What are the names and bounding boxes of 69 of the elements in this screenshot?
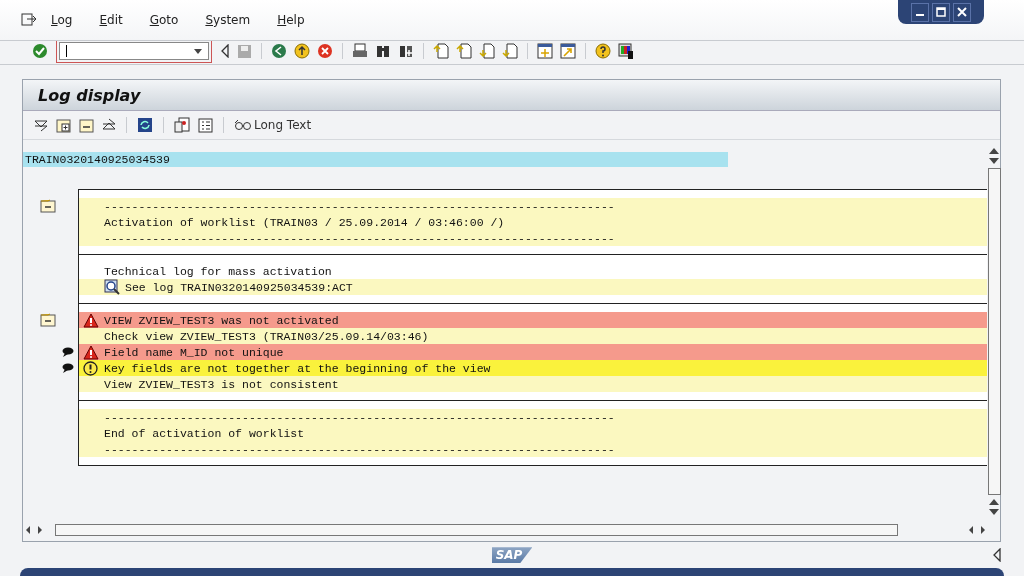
menu-icon[interactable] — [21, 12, 37, 27]
scroll-down-icon[interactable] — [989, 158, 999, 165]
maximize-button[interactable] — [932, 2, 950, 22]
log-text: Activation of worklist (TRAIN03 / 25.09.2014 / 03:46:00 /) — [104, 215, 505, 229]
long-text-button[interactable]: Long Text — [234, 118, 312, 133]
previous-page-icon[interactable] — [456, 43, 472, 60]
panel-title: Log display — [38, 85, 141, 105]
glasses-icon — [234, 119, 252, 132]
log-text: End of activation of worklist — [104, 426, 305, 440]
log-lens-icon[interactable] — [104, 279, 120, 296]
minimize-button[interactable] — [911, 2, 929, 22]
scroll-arrows-icon[interactable] — [968, 526, 988, 535]
maximize-icon — [936, 7, 946, 17]
refresh-icon[interactable] — [137, 117, 153, 134]
scroll-arrows-icon[interactable] — [25, 526, 45, 535]
log-text: VIEW ZVIEW_TEST3 was not activated — [104, 313, 339, 327]
log-link[interactable]: See log TRAIN0320140925034539:ACT — [125, 280, 353, 294]
help-icon[interactable] — [595, 43, 611, 60]
document-icon[interactable] — [40, 199, 56, 214]
triangle-left-icon[interactable] — [992, 548, 1002, 563]
collapse-all-icon[interactable] — [102, 118, 116, 133]
menu-item[interactable]: Help — [277, 12, 305, 27]
cancel-icon[interactable] — [317, 43, 333, 60]
log-text: -------------------------------------------------------------------------- — [104, 199, 615, 213]
log-text: -------------------------------------------------------------------------- — [104, 231, 615, 245]
log-text: Technical log for mass activation — [104, 264, 332, 278]
last-page-icon[interactable] — [502, 43, 518, 60]
log-text: -------------------------------------------------------------------------- — [104, 410, 615, 424]
speech-bubble-icon[interactable] — [62, 363, 74, 374]
logo: SAP — [491, 547, 533, 564]
scroll-down-icon[interactable] — [989, 509, 999, 516]
warning-triangle-icon — [83, 344, 99, 360]
log-text: View ZVIEW_TEST3 is not consistent — [104, 377, 339, 391]
scroll-up-icon[interactable] — [989, 148, 999, 155]
close-icon — [957, 7, 967, 17]
list-icon[interactable] — [198, 117, 213, 133]
log-text: Check view ZVIEW_TEST3 (TRAIN03/25.09.14/03:46) — [104, 329, 429, 343]
menu-item[interactable]: Goto — [149, 12, 179, 27]
menu-item[interactable]: Edit — [99, 12, 123, 27]
collapse-icon[interactable] — [79, 117, 94, 133]
next-page-icon[interactable] — [479, 43, 495, 60]
menu-item[interactable]: Log — [51, 12, 73, 27]
new-session-icon[interactable] — [537, 43, 553, 60]
binoculars-icon[interactable] — [375, 43, 391, 60]
expand-icon[interactable] — [56, 117, 71, 133]
detail-icon[interactable] — [174, 117, 190, 134]
first-page-icon[interactable] — [433, 43, 449, 60]
scroll-up-icon[interactable] — [989, 499, 999, 506]
exclamation-circle-icon — [83, 360, 98, 376]
log-text: -------------------------------------------------------------------------- — [104, 442, 615, 456]
close-button[interactable] — [953, 2, 971, 22]
log-id: TRAIN0320140925034539 — [25, 153, 170, 167]
speech-bubble-icon[interactable] — [62, 347, 74, 358]
command-field[interactable] — [59, 42, 209, 61]
warning-triangle-icon — [83, 312, 99, 328]
log-text: Field name M_ID not unique — [104, 345, 284, 359]
menu-item[interactable]: System — [205, 12, 251, 27]
layout-icon[interactable] — [618, 43, 634, 60]
log-text: Key fields are not together at the beginning of the view — [104, 361, 491, 375]
print-icon[interactable] — [352, 43, 368, 60]
document-icon[interactable] — [40, 313, 56, 328]
dropdown-arrow-icon[interactable] — [194, 48, 202, 54]
checkmark-icon[interactable] — [32, 43, 48, 60]
shortcut-icon[interactable] — [560, 43, 576, 60]
binoculars-plus-icon[interactable] — [398, 43, 414, 60]
expand-all-icon[interactable] — [34, 118, 48, 133]
triangle-left-icon[interactable] — [220, 44, 230, 59]
back-icon[interactable] — [271, 43, 287, 60]
minimize-icon — [916, 14, 924, 16]
